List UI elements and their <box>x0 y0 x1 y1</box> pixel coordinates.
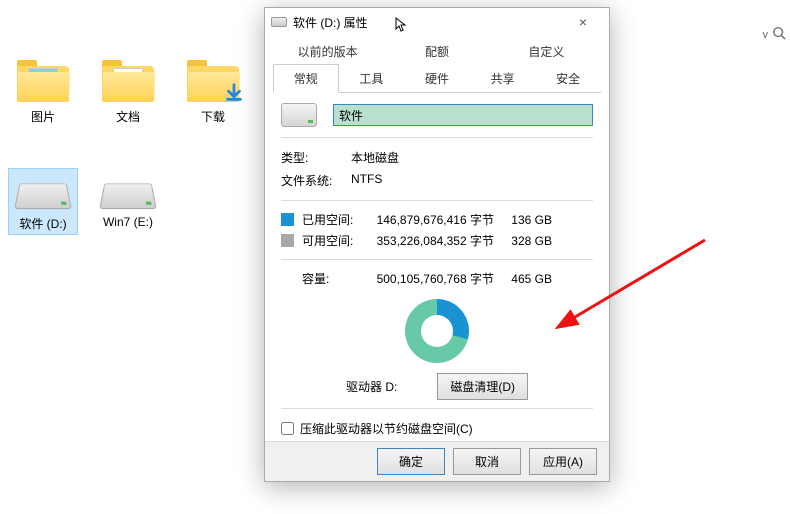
tab-general[interactable]: 常规 <box>273 64 339 93</box>
drive-icon <box>100 171 156 209</box>
filesystem-label: 文件系统: <box>281 172 351 189</box>
folder-downloads[interactable]: 下载 <box>178 55 248 128</box>
dialog-footer: 确定 取消 应用(A) <box>265 441 609 481</box>
disk-cleanup-button[interactable]: 磁盘清理(D) <box>437 373 528 400</box>
folder-icon <box>15 58 71 102</box>
separator <box>281 200 593 201</box>
tab-previous-versions[interactable]: 以前的版本 <box>273 38 382 64</box>
used-label: 已用空间: <box>302 211 356 228</box>
free-color-icon <box>281 234 294 247</box>
tab-security[interactable]: 安全 <box>535 64 601 92</box>
tab-tools[interactable]: 工具 <box>339 64 405 92</box>
usage-pie-chart <box>405 299 469 363</box>
used-gb: 136 GB <box>502 213 552 227</box>
drive-d[interactable]: 软件 (D:) <box>8 168 78 235</box>
free-gb: 328 GB <box>502 234 552 248</box>
tab-hardware[interactable]: 硬件 <box>404 64 470 92</box>
free-bytes: 353,226,084,352 字节 <box>364 232 494 249</box>
apply-button[interactable]: 应用(A) <box>529 448 597 475</box>
tabs-row-upper: 以前的版本 配额 自定义 <box>273 38 601 64</box>
close-button[interactable]: × <box>563 14 603 30</box>
capacity-bytes: 500,105,760,768 字节 <box>364 270 494 287</box>
explorer-view-controls: v <box>763 26 787 43</box>
drive-icon <box>15 171 71 209</box>
capacity-gb: 465 GB <box>502 272 552 286</box>
compress-label: 压缩此驱动器以节约磁盘空间(C) <box>300 420 473 437</box>
tabs-row-lower: 常规 工具 硬件 共享 安全 <box>273 64 601 93</box>
tab-customize[interactable]: 自定义 <box>492 38 601 64</box>
type-value: 本地磁盘 <box>351 149 399 166</box>
folder-icon <box>185 58 241 102</box>
filesystem-value: NTFS <box>351 172 382 189</box>
folder-label: 图片 <box>31 108 55 125</box>
used-space-row: 已用空间: 146,879,676,416 字节 136 GB <box>281 209 593 230</box>
ok-button[interactable]: 确定 <box>377 448 445 475</box>
separator <box>281 259 593 260</box>
dialog-titlebar[interactable]: 软件 (D:) 属性 × <box>265 8 609 36</box>
drive-large-icon <box>281 103 317 127</box>
used-color-icon <box>281 213 294 226</box>
search-icon[interactable] <box>772 26 786 43</box>
type-label: 类型: <box>281 149 351 166</box>
volume-name-input[interactable] <box>333 104 593 126</box>
capacity-row: 容量: 500,105,760,768 字节 465 GB <box>281 268 593 289</box>
used-bytes: 146,879,676,416 字节 <box>364 211 494 228</box>
download-arrow-icon <box>223 82 245 104</box>
properties-dialog: 软件 (D:) 属性 × 以前的版本 配额 自定义 常规 工具 硬件 共享 安全… <box>264 7 610 482</box>
separator <box>281 408 593 409</box>
drive-label: Win7 (E:) <box>103 215 153 229</box>
free-label: 可用空间: <box>302 232 356 249</box>
drive-label: 软件 (D:) <box>19 215 66 232</box>
compress-checkbox-row[interactable]: 压缩此驱动器以节约磁盘空间(C) <box>281 417 593 440</box>
general-tab-content: 类型: 本地磁盘 文件系统: NTFS 已用空间: 146,879,676,41… <box>265 93 609 473</box>
view-dropdown-chevron[interactable]: v <box>763 29 769 41</box>
tab-sharing[interactable]: 共享 <box>470 64 536 92</box>
folder-pictures[interactable]: 图片 <box>8 55 78 128</box>
drive-small-icon <box>271 17 287 27</box>
compress-checkbox[interactable] <box>281 422 294 435</box>
folder-icon <box>100 58 156 102</box>
dialog-title: 软件 (D:) 属性 <box>293 14 563 31</box>
free-space-row: 可用空间: 353,226,084,352 字节 328 GB <box>281 230 593 251</box>
folder-label: 下载 <box>201 108 225 125</box>
folder-label: 文档 <box>116 108 140 125</box>
explorer-items-area: 图片 文档 下载 软件 (D:) Win7 (E:) <box>0 35 255 235</box>
cancel-button[interactable]: 取消 <box>453 448 521 475</box>
folder-documents[interactable]: 文档 <box>93 55 163 128</box>
capacity-label: 容量: <box>302 270 356 287</box>
drive-d-label: 驱动器 D: <box>346 378 397 395</box>
pie-chart-area <box>281 289 593 373</box>
tab-quota[interactable]: 配额 <box>382 38 491 64</box>
drive-e[interactable]: Win7 (E:) <box>93 168 163 235</box>
separator <box>281 137 593 138</box>
